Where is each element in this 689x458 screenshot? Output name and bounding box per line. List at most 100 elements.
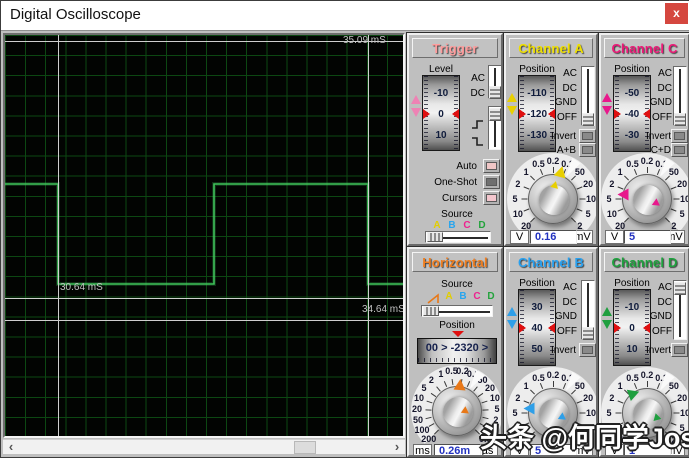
gain-knob[interactable]: [622, 174, 672, 224]
adjust-down-arrow-icon[interactable]: [602, 106, 612, 115]
position-label: Position: [439, 320, 475, 331]
horizontal-source-slider[interactable]: [421, 305, 493, 317]
mini-slider-handle[interactable]: [674, 282, 686, 295]
scroll-left-arrow-icon[interactable]: ‹: [3, 440, 19, 455]
position-slider[interactable]: -10 0 10: [422, 75, 460, 151]
adjust-down-arrow-icon[interactable]: [411, 108, 421, 117]
slider-tick-label: 10: [435, 130, 447, 141]
cursor-time-label: 30.64 mS: [60, 282, 103, 293]
coupling-slider[interactable]: [581, 66, 595, 126]
dial-tick: [646, 167, 648, 173]
dial-scale-label: 10: [489, 393, 500, 404]
trigger-button-label: One-Shot: [434, 177, 477, 188]
gain-value-display: 5: [624, 230, 671, 244]
mini-slider-handle[interactable]: [489, 108, 501, 121]
coupling-option-dc: DC: [657, 82, 672, 94]
trigger-coupling-slider[interactable]: [488, 65, 501, 99]
scrollbar-thumb[interactable]: [294, 441, 316, 454]
knob-grip[interactable]: [539, 185, 569, 215]
source-channel-a: A: [445, 291, 453, 302]
cd-button-led: [674, 146, 685, 154]
dial-tick: [521, 198, 527, 200]
dial-tick: [615, 412, 621, 414]
coupling-option-off: OFF: [557, 325, 577, 337]
source-channel-b: B: [459, 291, 467, 302]
mini-slider-handle[interactable]: [582, 113, 594, 126]
horizontal-cursor[interactable]: [5, 298, 403, 299]
cursor-time-label: 34.64 mS: [362, 304, 405, 315]
gain-value-display: 0.26m: [434, 444, 481, 455]
gain-value-display: 0.16: [530, 230, 577, 244]
ab-button[interactable]: [579, 143, 596, 157]
auto-button-led: [486, 162, 497, 170]
coupling-option-gnd: GND: [649, 97, 672, 109]
coupling-option-off: OFF: [652, 325, 672, 337]
oneshot-button[interactable]: [483, 175, 500, 189]
horizontal-cursor[interactable]: [5, 320, 403, 321]
source-slider-handle[interactable]: [427, 232, 443, 242]
channel-d-title: Channel D: [604, 252, 685, 272]
source-channel-a: A: [433, 220, 441, 231]
mini-slider-handle[interactable]: [674, 113, 686, 126]
adjust-down-arrow-icon[interactable]: [507, 106, 517, 115]
adjust-up-arrow-icon[interactable]: [411, 95, 421, 104]
dial-scale-label: 20: [484, 383, 495, 394]
title-bar[interactable]: Digital Oscilloscope x: [1, 1, 689, 31]
invert-button[interactable]: [579, 343, 596, 357]
trigger-edge-slider[interactable]: [488, 106, 501, 150]
invert-button[interactable]: [671, 343, 688, 357]
dial-scale-label: 100: [414, 425, 430, 436]
coupling-option-dc: DC: [562, 296, 577, 308]
source-slider-handle[interactable]: [423, 306, 439, 316]
mini-slider-handle[interactable]: [582, 327, 594, 340]
adjust-up-arrow-icon[interactable]: [507, 307, 517, 316]
scroll-right-arrow-icon[interactable]: ›: [389, 440, 405, 455]
trigger-button-label: Cursors: [441, 193, 477, 204]
adjust-up-arrow-icon[interactable]: [602, 307, 612, 316]
level-label: Level: [429, 64, 453, 75]
dial-scale-label: 20: [583, 393, 594, 404]
position-readout[interactable]: 00 > -2320 >: [417, 338, 497, 364]
source-channel-c: C: [463, 220, 471, 231]
unit-left-flag: V: [510, 230, 529, 244]
invert-button[interactable]: [579, 129, 596, 143]
adjust-up-arrow-icon[interactable]: [602, 93, 612, 102]
dial-scale-label: 10: [414, 393, 425, 404]
adjust-up-arrow-icon[interactable]: [507, 93, 517, 102]
channel-b-title: Channel B: [509, 252, 593, 272]
dial-scale-label: 20: [412, 404, 423, 415]
gain-knob[interactable]: [432, 386, 482, 436]
trigger-button-label: Auto: [456, 161, 477, 172]
invert-button-led: [582, 346, 593, 354]
button-label-invert: Invert: [645, 131, 671, 142]
auto-button[interactable]: [483, 159, 500, 173]
coupling-option-off: OFF: [652, 111, 672, 123]
dial-tick: [424, 409, 432, 411]
knob-grip[interactable]: [633, 185, 663, 215]
oscilloscope-screen[interactable]: 35.09 mS 30.64 mS 34.64 mS: [3, 33, 405, 438]
trigger-source-slider[interactable]: [425, 231, 491, 243]
coupling-slider[interactable]: [673, 280, 687, 340]
mini-slider-handle[interactable]: [489, 86, 501, 99]
coupling-slider[interactable]: [673, 66, 687, 126]
close-button[interactable]: x: [665, 3, 688, 24]
adjust-down-arrow-icon[interactable]: [507, 320, 517, 329]
invert-button[interactable]: [671, 129, 688, 143]
button-label-invert: Invert: [550, 345, 576, 356]
coupling-slider[interactable]: [581, 280, 595, 340]
coupling-option-dc: DC: [562, 82, 577, 94]
horizontal-scrollbar[interactable]: ‹ ›: [3, 439, 405, 454]
slider-marker-left-icon: [614, 109, 621, 119]
dial-tick: [552, 167, 554, 173]
coupling-option-gnd: GND: [554, 311, 577, 323]
trigger-coupling-ac: AC: [471, 73, 485, 84]
oneshot-button-led: [486, 178, 497, 186]
vertical-cursor[interactable]: [368, 35, 369, 436]
adjust-down-arrow-icon[interactable]: [602, 320, 612, 329]
vertical-cursor[interactable]: [58, 35, 59, 436]
cd-button[interactable]: [671, 143, 688, 157]
cursors-button[interactable]: [483, 191, 500, 205]
unit-left-flag: ms: [413, 444, 432, 455]
window-title: Digital Oscilloscope: [10, 6, 141, 23]
coupling-option-ac: AC: [658, 282, 672, 293]
